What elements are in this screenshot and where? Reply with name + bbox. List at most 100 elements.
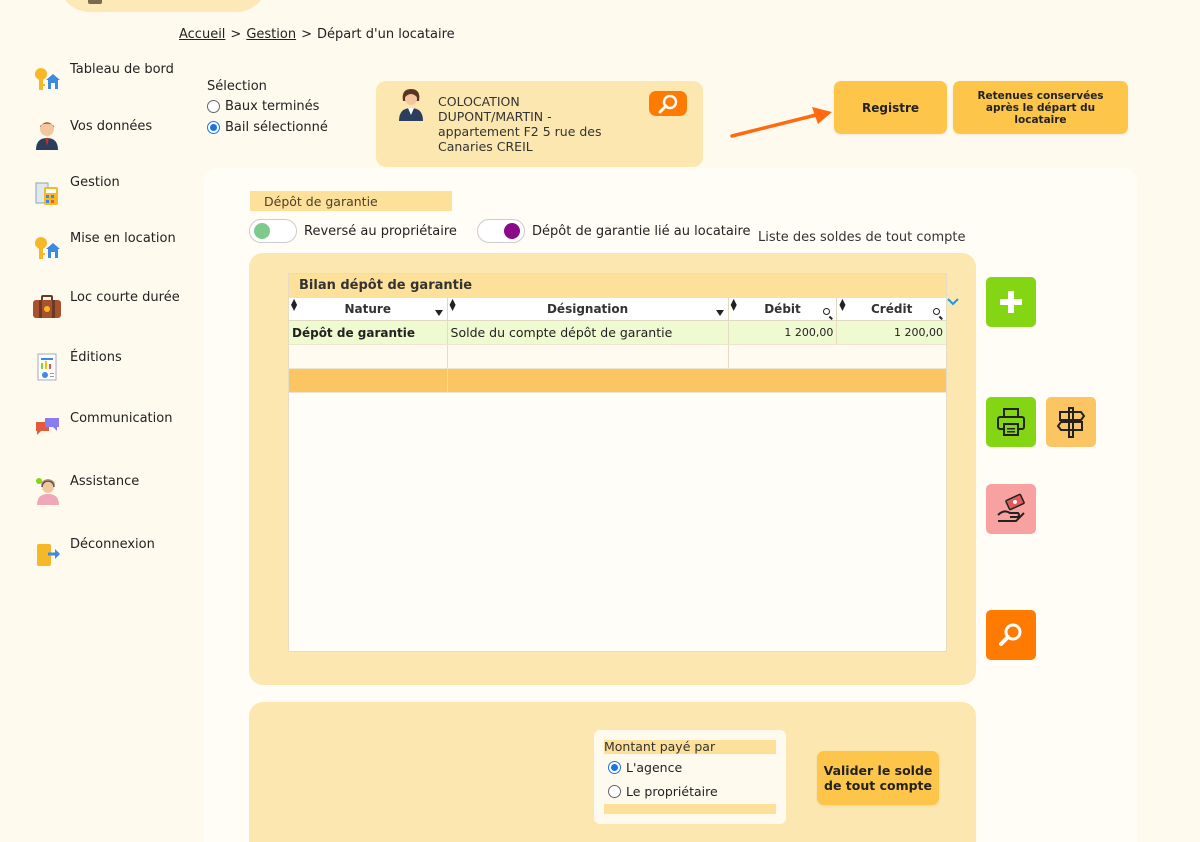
- breadcrumb-separator: >: [230, 27, 242, 42]
- radio-agence[interactable]: L'agence: [608, 760, 682, 775]
- cell-debit: 1 200,00: [729, 321, 838, 344]
- breadcrumb-separator: >: [301, 27, 312, 42]
- sidebar-item-label: Éditions: [70, 350, 122, 365]
- payment-button[interactable]: [986, 484, 1036, 534]
- user-icon: [30, 119, 64, 153]
- sidebar-item-editions[interactable]: Éditions: [30, 350, 122, 384]
- radio-button-selected[interactable]: [207, 121, 220, 134]
- sidebar-item-deconnexion[interactable]: Déconnexion: [30, 537, 155, 571]
- table-row-empty: [289, 345, 946, 369]
- chevron-down-icon[interactable]: [946, 297, 960, 307]
- chat-bubbles-icon: [30, 411, 64, 445]
- sidebar-item-label: Mise en location: [70, 231, 176, 246]
- filter-icon[interactable]: [715, 310, 724, 316]
- radio-baux-termines[interactable]: Baux terminés: [207, 98, 328, 115]
- hand-money-icon: [997, 493, 1025, 522]
- sort-icon[interactable]: ▲ ▼: [291, 298, 297, 312]
- sort-icon[interactable]: ▲ ▼: [731, 298, 737, 312]
- sidebar-item-communication[interactable]: Communication: [30, 411, 172, 445]
- arrow-annotation: [730, 107, 832, 138]
- toggle-depot-lie-locataire[interactable]: Dépôt de garantie lié au locataire: [477, 219, 751, 243]
- search-icon: [999, 623, 1022, 646]
- column-label: Crédit: [871, 302, 913, 316]
- registre-button[interactable]: Registre: [834, 81, 947, 134]
- column-label: Nature: [344, 302, 391, 316]
- breadcrumb-home-link[interactable]: Accueil: [179, 27, 225, 42]
- toggle-switch-on[interactable]: [477, 219, 525, 243]
- search-icon: [658, 94, 678, 113]
- tenant-line: COLOCATION: [438, 94, 520, 109]
- sidebar-item-label: Vos données: [70, 119, 153, 134]
- montant-paye-par-title: Montant payé par: [604, 740, 776, 754]
- toggle-switch-off[interactable]: [249, 219, 297, 243]
- grid-title: Bilan dépôt de garantie: [289, 274, 946, 298]
- radio-bail-selectionne[interactable]: Bail sélectionné: [207, 119, 328, 136]
- montant-paye-par-box: Montant payé par L'agence Le propriétair…: [594, 730, 786, 824]
- column-label: Désignation: [546, 302, 629, 316]
- house-key-icon: [30, 231, 64, 265]
- radio-label: Le propriétaire: [626, 784, 718, 799]
- breadcrumb-current: Départ d'un locataire: [316, 27, 455, 42]
- radio-label: Baux terminés: [225, 99, 320, 114]
- tenant-line: Canaries CREIL: [438, 139, 533, 154]
- sidebar-item-tableau-de-bord[interactable]: Tableau de bord: [30, 62, 174, 96]
- search-icon[interactable]: [823, 308, 831, 315]
- table-row-total: [289, 369, 946, 393]
- suitcase-icon: [30, 290, 64, 324]
- column-header-debit[interactable]: ▲ ▼ Débit: [729, 298, 838, 320]
- toggle-label: Dépôt de garantie lié au locataire: [532, 223, 751, 239]
- retenues-button[interactable]: Retenues conservées après le départ du l…: [953, 81, 1128, 134]
- column-header-nature[interactable]: ▲ ▼ Nature: [289, 298, 448, 320]
- logo-mark: [88, 0, 102, 4]
- tenant-line: appartement F2 5 rue des: [438, 124, 602, 139]
- sidebar-item-gestion[interactable]: Gestion: [30, 175, 120, 209]
- tab-depot-de-garantie[interactable]: Dépôt de garantie: [250, 191, 452, 211]
- sidebar-item-label: Loc courte durée: [70, 290, 180, 305]
- filter-icon[interactable]: [434, 310, 443, 316]
- sidebar-item-mise-en-location[interactable]: Mise en location: [30, 231, 176, 265]
- valider-solde-button[interactable]: Valider le solde de tout compte: [817, 751, 939, 805]
- column-header-credit[interactable]: ▲ ▼ Crédit: [837, 298, 946, 320]
- sidebar-item-vos-donnees[interactable]: Vos données: [30, 119, 152, 153]
- search-button[interactable]: [986, 610, 1036, 660]
- search-icon[interactable]: [933, 308, 940, 315]
- tenant-line: DUPONT/MARTIN -: [438, 109, 552, 124]
- radio-proprietaire[interactable]: Le propriétaire: [608, 784, 718, 799]
- cell-nature: Dépôt de garantie: [289, 321, 448, 344]
- radio-button[interactable]: [608, 785, 621, 798]
- sort-icon[interactable]: ▲ ▼: [839, 298, 845, 312]
- sidebar-item-label: Assistance: [70, 474, 140, 489]
- radio-label: L'agence: [626, 760, 683, 775]
- selection-group: Sélection Baux terminés Bail sélectionné: [207, 79, 328, 140]
- radio-label: Bail sélectionné: [225, 120, 328, 135]
- tenant-search-button[interactable]: [649, 91, 687, 116]
- house-key-icon: [30, 62, 64, 96]
- bilan-grid: Bilan dépôt de garantie ▲ ▼ Nature ▲ ▼ Dés…: [288, 273, 947, 652]
- toggle-label: Reversé au propriétaire: [304, 223, 457, 239]
- tenant-info: COLOCATION DUPONT/MARTIN - appartement F…: [438, 94, 638, 154]
- logout-icon: [30, 537, 64, 571]
- support-agent-icon: [30, 474, 64, 508]
- signpost-button[interactable]: [1046, 397, 1096, 447]
- breadcrumb-gestion-link[interactable]: Gestion: [246, 27, 296, 42]
- toggle-reverse-proprietaire[interactable]: Reversé au propriétaire: [249, 219, 457, 243]
- column-header-designation[interactable]: ▲ ▼ Désignation: [448, 298, 729, 320]
- report-icon: [30, 350, 64, 384]
- radio-button-selected[interactable]: [608, 761, 621, 774]
- radio-button[interactable]: [207, 100, 220, 113]
- printer-icon: [997, 408, 1025, 436]
- logo-banner: [58, 0, 268, 12]
- sidebar-item-label: Communication: [70, 411, 173, 426]
- calculator-icon: [30, 175, 64, 209]
- add-button[interactable]: [986, 277, 1036, 327]
- signpost-icon: [1056, 407, 1086, 438]
- plus-icon: [1000, 291, 1022, 313]
- sidebar-item-loc-courte-duree[interactable]: Loc courte durée: [30, 290, 180, 324]
- sidebar-item-label: Tableau de bord: [70, 62, 174, 77]
- sidebar-item-assistance[interactable]: Assistance: [30, 474, 139, 508]
- grid-header: ▲ ▼ Nature ▲ ▼ Désignation ▲ ▼ Débit ▲ ▼ Cré…: [289, 298, 946, 321]
- sort-icon[interactable]: ▲ ▼: [450, 298, 456, 312]
- print-button[interactable]: [986, 397, 1036, 447]
- cell-credit: 1 200,00: [894, 326, 943, 339]
- table-row[interactable]: Dépôt de garantie Solde du compte dépôt …: [289, 321, 946, 345]
